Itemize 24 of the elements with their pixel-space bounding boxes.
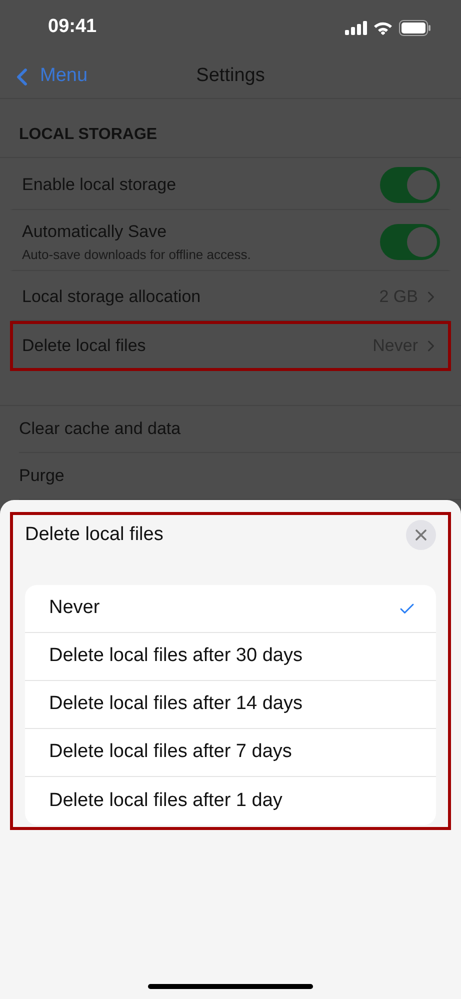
option-row[interactable]: Delete local files after 30 days	[25, 633, 436, 681]
row-label: Clear cache and data	[19, 418, 181, 440]
nav-title: Settings	[196, 64, 265, 88]
settings-row[interactable]: Clear cache and data	[19, 406, 461, 453]
toggle-switch[interactable]	[380, 224, 440, 260]
toggle-switch[interactable]	[380, 167, 440, 204]
wifi-icon	[373, 20, 393, 34]
option-row[interactable]: Never	[25, 585, 436, 633]
option-row[interactable]: Delete local files after 14 days	[25, 681, 436, 729]
section-header: LOCAL STORAGE	[19, 126, 158, 144]
settings-row[interactable]: Enable local storage	[10, 158, 451, 210]
status-time: 09:41	[48, 15, 97, 40]
row-label: Purge	[19, 465, 64, 488]
signal-icon	[345, 20, 367, 34]
battery-icon	[399, 20, 431, 36]
option-row[interactable]: Delete local files after 1 day	[25, 777, 436, 825]
option-row[interactable]: Delete local files after 7 days	[25, 729, 436, 777]
row-label: Local storage allocation	[22, 286, 201, 308]
row-label: Delete local files	[22, 335, 146, 358]
close-button[interactable]	[406, 520, 436, 550]
sheet-title: Delete local files	[25, 522, 164, 547]
back-button[interactable]: Menu	[8, 62, 88, 91]
row-label: Enable local storage	[22, 174, 176, 196]
row-label: Automatically Save	[22, 221, 168, 244]
